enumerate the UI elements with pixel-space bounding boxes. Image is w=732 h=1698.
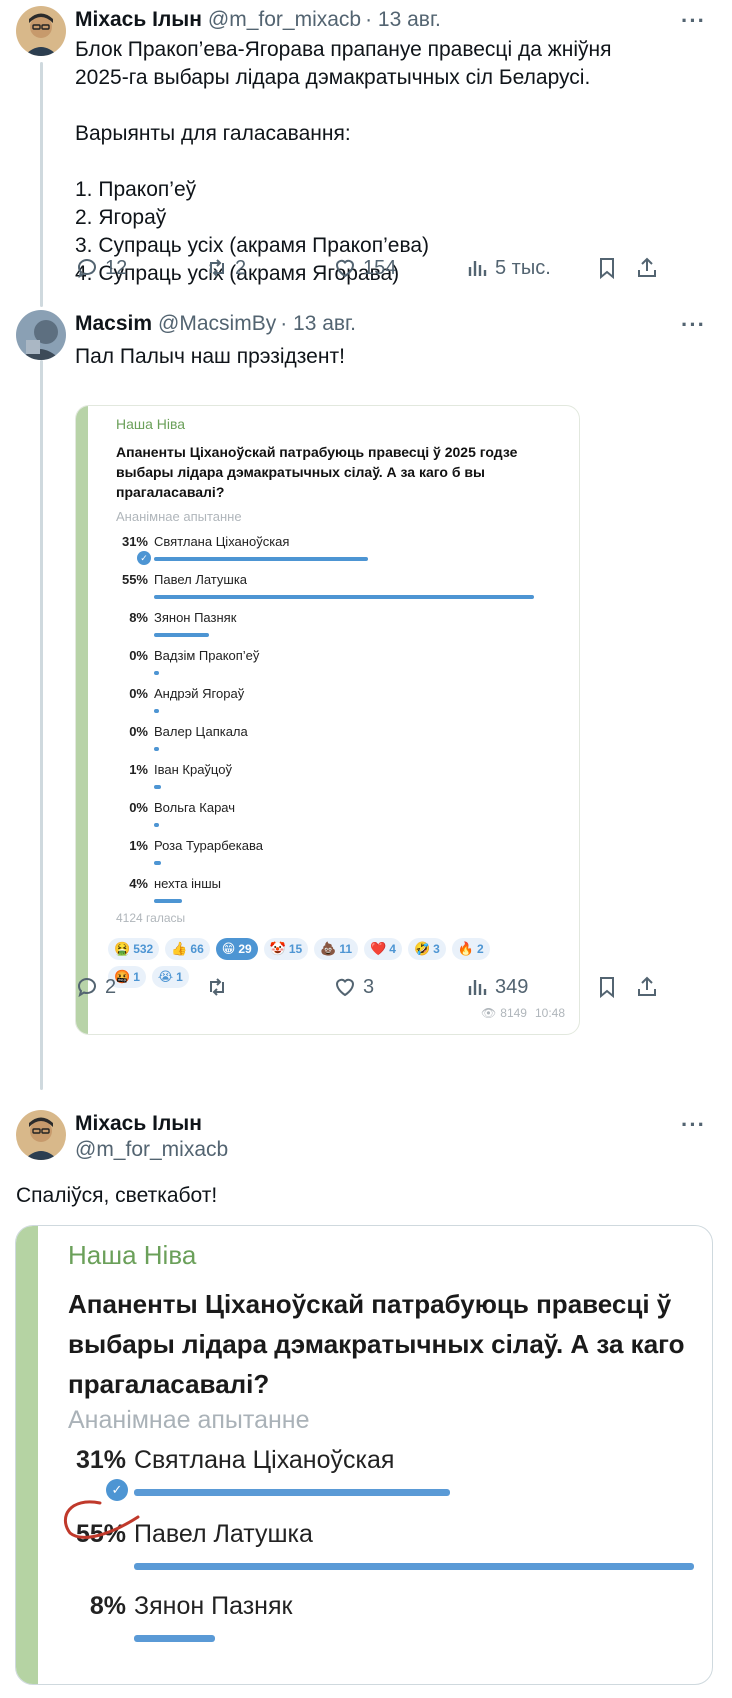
poll-type: Ананімнае апытанне — [68, 1406, 310, 1434]
avatar[interactable] — [16, 1110, 66, 1160]
option-label: Павел Латушка — [134, 1520, 313, 1548]
option-bar — [134, 1635, 216, 1642]
poll-screenshot-image-zoomed[interactable]: Наша Ніва Апаненты Ціханоўскай патрабуюц… — [15, 1225, 713, 1685]
option-bar — [134, 1489, 450, 1496]
option-bar — [134, 1563, 694, 1570]
poll-option: 31% Святлана Ціханоўская ✓ — [68, 1446, 712, 1506]
option-label: Зянон Пазняк — [134, 1592, 293, 1620]
option-percent: 8% — [89, 1592, 126, 1620]
tweet-header: Міхась Ілын — [75, 1112, 202, 1136]
poll-option: 55% Павел Латушка — [68, 1520, 712, 1580]
tweet-header-handle: @m_for_mixacb — [75, 1138, 228, 1162]
poll-option: 8% Зянон Пазняк — [68, 1592, 712, 1652]
question-line: выбары лідара дэмакратычных сілаў. А за … — [68, 1329, 685, 1359]
option-label: Святлана Ціханоўская — [134, 1446, 395, 1474]
quote-bar — [16, 1226, 38, 1684]
poll-source: Наша Ніва — [68, 1240, 197, 1270]
author-handle[interactable]: @m_for_mixacb — [75, 1138, 228, 1162]
option-percent: 31% — [75, 1446, 126, 1474]
tweet-text: Спаліўся, светкабот! — [16, 1184, 218, 1207]
more-options-button[interactable]: ··· — [681, 1112, 706, 1138]
question-line: Апаненты Ціханоўскай патрабуюць правесці… — [68, 1289, 672, 1319]
question-line: прагаласавалі? — [68, 1369, 270, 1399]
author-name[interactable]: Міхась Ілын — [75, 1112, 202, 1136]
red-circle-annotation — [63, 1500, 140, 1539]
poll-question: Апаненты Ціханоўскай патрабуюць правесці… — [68, 1284, 712, 1404]
tweet-3: Міхась Ілын @m_for_mixacb ··· Спаліўся, … — [0, 0, 732, 1698]
